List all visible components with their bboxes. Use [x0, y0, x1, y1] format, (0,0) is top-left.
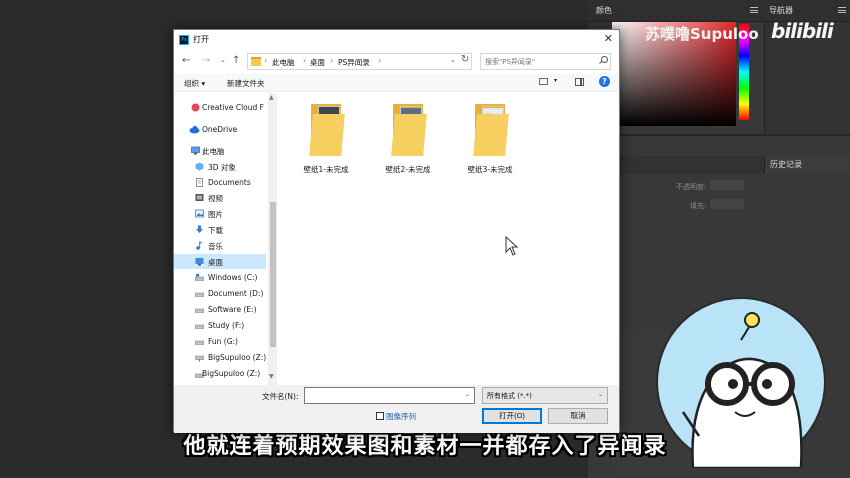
search-input[interactable]	[480, 53, 611, 70]
back-arrow-icon[interactable]: ←	[182, 55, 190, 66]
open-file-dialog: Ps 打开 ✕ ← → ⌄ ↑ › 此电脑 › 桌面 › PS异闻录 › ⌄ ↻…	[173, 29, 620, 433]
preview-pane-icon[interactable]	[575, 78, 584, 86]
help-icon[interactable]: ?	[599, 76, 610, 87]
sidebar-item-onedrive[interactable]: OneDrive	[174, 122, 266, 137]
file-item[interactable]: 壁纸2-未完成	[372, 102, 444, 180]
cloud-icon	[189, 126, 200, 134]
layers-panel-header	[612, 156, 764, 174]
file-name: 壁纸2-未完成	[385, 165, 431, 174]
address-bar[interactable]: › 此电脑 › 桌面 › PS异闻录 ›	[247, 53, 472, 70]
filename-dropdown-icon[interactable]: ⌄	[465, 391, 470, 398]
network-drive-icon	[195, 355, 204, 362]
navigator-panel-tab[interactable]: 导航器	[769, 5, 793, 16]
view-options-icon[interactable]	[539, 78, 548, 85]
download-icon	[196, 225, 203, 233]
document-icon	[196, 178, 203, 187]
sidebar-item-this-pc[interactable]: 此电脑	[174, 143, 266, 158]
forward-arrow-icon[interactable]: →	[202, 55, 210, 66]
folder-icon	[251, 57, 261, 66]
sidebar-item-drive-c[interactable]: Windows (C:)	[174, 270, 266, 285]
scroll-down-icon[interactable]: ▼	[269, 373, 274, 380]
image-sequence-label[interactable]: 图像序列	[386, 411, 416, 422]
file-item[interactable]: 壁纸3-未完成	[454, 102, 526, 180]
sidebar-item-drive-z[interactable]: BigSupuloo (Z:)	[174, 350, 266, 365]
bilibili-logo: bilibili	[771, 19, 834, 43]
address-dropdown-icon[interactable]: ⌄	[450, 56, 456, 64]
breadcrumb-desktop[interactable]: 桌面	[310, 57, 325, 68]
drive-icon	[195, 324, 204, 329]
picture-icon	[195, 209, 204, 218]
filetype-dropdown-icon[interactable]: ⌄	[598, 391, 603, 398]
sidebar-item-network-z[interactable]: BigSupuloo (Z:)	[174, 370, 266, 382]
search-icon[interactable]	[601, 56, 608, 63]
windows-drive-icon	[195, 274, 204, 281]
recent-locations-chevron-icon[interactable]: ⌄	[220, 56, 226, 64]
sidebar-item-pictures[interactable]: 图片	[174, 206, 266, 221]
cube-icon	[195, 162, 204, 171]
sidebar-item-drive-g[interactable]: Fun (G:)	[174, 334, 266, 349]
dialog-titlebar[interactable]: Ps 打开 ✕	[174, 30, 619, 50]
fill-field[interactable]	[710, 199, 744, 209]
computer-icon	[191, 146, 200, 155]
fill-label: 填充:	[690, 202, 707, 210]
music-icon	[196, 241, 203, 250]
folder-front	[473, 114, 509, 156]
sidebar-item-desktop[interactable]: 桌面	[174, 254, 266, 269]
breadcrumb-ps-folder[interactable]: PS异闻录	[338, 57, 370, 68]
photoshop-app-icon: Ps	[179, 35, 189, 45]
folder-front	[391, 114, 427, 156]
history-tab-label: 历史记录	[770, 160, 802, 169]
uploader-watermark: 苏噗噜Supuloo	[645, 25, 759, 43]
panel-menu-icon[interactable]	[750, 7, 758, 13]
drive-icon	[195, 308, 204, 313]
file-name: 壁纸3-未完成	[467, 165, 513, 174]
opacity-label: 不透明度:	[676, 183, 707, 191]
drive-icon	[195, 292, 204, 297]
refresh-icon[interactable]: ↻	[461, 54, 469, 65]
sidebar-item-creative-cloud[interactable]: Creative Cloud F	[174, 100, 266, 115]
dialog-title: 打开	[193, 35, 209, 44]
creative-cloud-icon	[191, 103, 200, 112]
view-dropdown-icon[interactable]: ▾	[554, 77, 557, 84]
breadcrumb-this-pc[interactable]: 此电脑	[272, 57, 295, 68]
close-icon[interactable]: ✕	[604, 32, 613, 45]
sidebar-item-music[interactable]: 音乐	[174, 238, 266, 253]
desktop-icon	[195, 258, 204, 266]
file-item[interactable]: 壁纸1-未完成	[290, 102, 362, 180]
open-button[interactable]: 打开(O)	[482, 408, 542, 424]
sidebar-item-documents[interactable]: Documents	[174, 175, 266, 190]
sidebar-scrollbar-thumb[interactable]	[270, 202, 276, 347]
folder-front	[309, 114, 345, 156]
file-name: 壁纸1-未完成	[303, 165, 349, 174]
cancel-button[interactable]: 取消	[548, 408, 608, 424]
panel-menu-icon[interactable]	[838, 7, 846, 13]
sidebar-item-drive-f[interactable]: Study (F:)	[174, 318, 266, 333]
sidebar-item-videos[interactable]: 视频	[174, 190, 266, 205]
filename-input[interactable]	[304, 387, 475, 404]
opacity-field[interactable]	[710, 180, 744, 190]
filename-label: 文件名(N):	[262, 392, 299, 401]
video-icon	[195, 194, 204, 201]
drive-icon	[195, 340, 204, 345]
sidebar-item-downloads[interactable]: 下载	[174, 222, 266, 237]
sidebar-item-drive-d[interactable]: Document (D:)	[174, 286, 266, 301]
scroll-up-icon[interactable]: ▲	[269, 94, 274, 101]
sidebar-item-3d-objects[interactable]: 3D 对象	[174, 159, 266, 174]
navigation-pane: Creative Cloud F OneDrive 此电脑 3D 对象 Docu…	[174, 93, 276, 385]
color-panel-tab[interactable]: 颜色	[596, 5, 612, 16]
filetype-select[interactable]: 所有格式 (*.*)	[482, 387, 608, 404]
sidebar-item-drive-e[interactable]: Software (E:)	[174, 302, 266, 317]
panel-divider	[588, 134, 850, 136]
up-arrow-icon[interactable]: ↑	[232, 55, 240, 66]
mouse-cursor-icon	[505, 236, 519, 256]
organize-menu[interactable]: 组织 ▾	[184, 78, 205, 89]
new-folder-button[interactable]: 新建文件夹	[227, 78, 265, 89]
image-sequence-checkbox[interactable]	[376, 412, 384, 420]
